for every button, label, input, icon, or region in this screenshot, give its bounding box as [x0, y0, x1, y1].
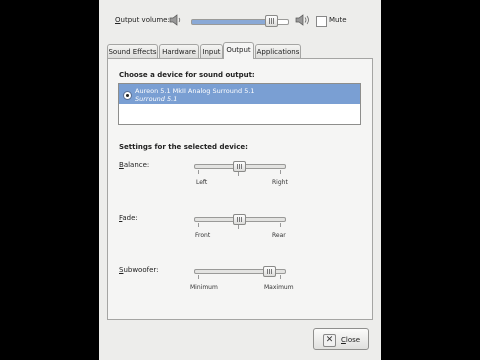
balance-max-label: Right: [272, 179, 288, 186]
mute-checkbox[interactable]: [316, 16, 327, 27]
output-volume-label: Output volume:: [115, 16, 170, 24]
subwoofer-tick-max: [280, 275, 281, 279]
tab-sound-effects[interactable]: Sound Effects: [107, 44, 158, 58]
sound-preferences-window: Output volume: Mute Sound Effects Hardwa…: [99, 0, 381, 360]
choose-device-heading: Choose a device for sound output:: [119, 71, 255, 79]
tab-applications[interactable]: Applications: [255, 44, 301, 58]
close-icon: ✕: [323, 334, 336, 347]
speaker-low-icon: [169, 14, 181, 26]
fade-max-label: Rear: [272, 232, 286, 239]
device-radio[interactable]: [123, 91, 132, 100]
close-button-label: Close: [341, 336, 361, 344]
settings-heading: Settings for the selected device:: [119, 143, 248, 151]
device-row[interactable]: Aureon 5.1 MkII Analog Surround 5.1 Surr…: [119, 84, 360, 104]
fade-tick-front: [198, 223, 199, 227]
balance-min-label: Left: [196, 179, 208, 186]
subwoofer-max-label: Maximum: [264, 284, 294, 291]
fade-tick-center: [238, 225, 239, 229]
tab-hardware[interactable]: Hardware: [159, 44, 199, 58]
tab-output[interactable]: Output: [223, 42, 254, 59]
device-profile: Surround 5.1: [135, 95, 178, 103]
subwoofer-slider-knob[interactable]: [263, 266, 276, 277]
balance-tick-center: [238, 172, 239, 176]
fade-slider-knob[interactable]: [233, 214, 246, 225]
tab-input[interactable]: Input: [200, 44, 223, 58]
output-device-list[interactable]: Aureon 5.1 MkII Analog Surround 5.1 Surr…: [118, 83, 361, 125]
fade-tick-rear: [280, 223, 281, 227]
balance-label: Balance:: [119, 161, 150, 169]
mute-label[interactable]: Mute: [329, 16, 347, 24]
subwoofer-min-label: Minimum: [190, 284, 218, 291]
fade-label: Fade:: [119, 214, 138, 222]
speaker-high-icon: [295, 14, 309, 26]
output-volume-slider-knob[interactable]: [265, 15, 278, 27]
subwoofer-tick-min: [198, 275, 199, 279]
balance-tick-left: [198, 170, 199, 174]
balance-slider-knob[interactable]: [233, 161, 246, 172]
fade-min-label: Front: [195, 232, 211, 239]
balance-tick-right: [280, 170, 281, 174]
device-name: Aureon 5.1 MkII Analog Surround 5.1: [135, 87, 255, 95]
subwoofer-label: Subwoofer:: [119, 266, 159, 274]
close-button[interactable]: ✕ Close: [313, 328, 369, 350]
